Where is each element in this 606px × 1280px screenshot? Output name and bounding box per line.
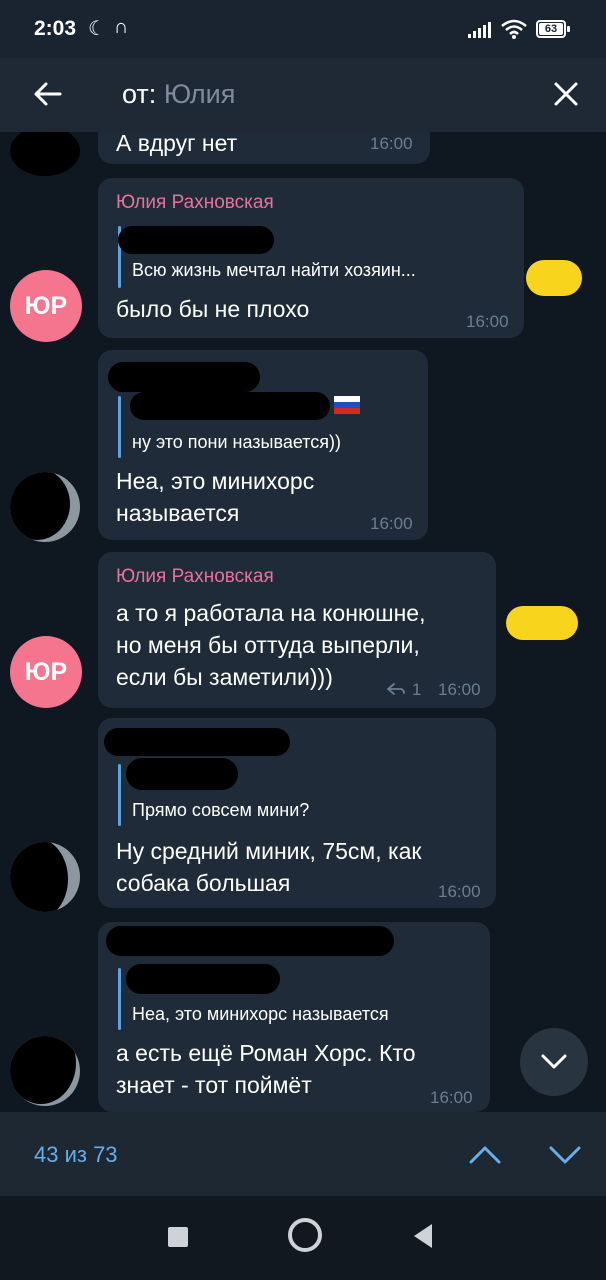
- message-time: 16:00: [466, 312, 509, 331]
- message-time: 16:00: [438, 882, 481, 901]
- avatar[interactable]: ЮР: [10, 636, 82, 708]
- avatar[interactable]: [10, 842, 80, 912]
- redacted-sender-name: [106, 926, 394, 956]
- chevron-down-icon: [541, 1054, 567, 1069]
- redacted-quote-author: [118, 226, 274, 254]
- message-time: 16:00: [430, 1088, 473, 1107]
- message-time: 16:00: [370, 134, 413, 153]
- message-text-line: если бы заметили))): [116, 664, 333, 690]
- highlight-mark: [526, 260, 582, 296]
- reply-arrow-icon: [386, 683, 405, 695]
- chevron-up-icon[interactable]: [466, 1138, 504, 1172]
- wifi-icon: [501, 19, 527, 39]
- avatar[interactable]: [10, 472, 80, 542]
- back-button[interactable]: [414, 1224, 432, 1248]
- reply-quote-text[interactable]: Всю жизнь мечтал найти хозяин...: [132, 260, 416, 281]
- close-icon[interactable]: [548, 76, 584, 112]
- reply-quote-text[interactable]: ну это пони называется)): [132, 432, 341, 453]
- recent-apps-button[interactable]: [168, 1227, 188, 1247]
- result-counter[interactable]: 43 из 73: [34, 1142, 118, 1168]
- message-time: 16:00: [370, 514, 413, 533]
- avatar[interactable]: [10, 1036, 80, 1106]
- highlight-mark: [506, 606, 578, 640]
- message-bubble[interactable]: Юлия Рахновская а то я работала на конюш…: [98, 552, 496, 708]
- system-nav-bar: [0, 1196, 606, 1280]
- message-text-line: а есть ещё Роман Хорс. Кто: [116, 1040, 416, 1066]
- do-not-disturb-icon: ☾: [88, 18, 106, 40]
- sender-name[interactable]: Юлия Рахновская: [116, 566, 274, 588]
- message-bubble[interactable]: ну это пони называется)) Неа, это минихо…: [98, 350, 428, 540]
- search-header: от: Юлия: [0, 58, 606, 132]
- redacted-quote-author: [130, 392, 330, 420]
- message-bubble[interactable]: Юлия Рахновская Всю жизнь мечтал найти х…: [98, 178, 524, 338]
- message-bubble[interactable]: Прямо совсем мини? Ну средний миник, 75с…: [98, 718, 496, 908]
- message-bubble[interactable]: Неа, это минихорс называется а есть ещё …: [98, 922, 490, 1112]
- reply-quote-bar: [118, 968, 121, 1030]
- headphones-icon: ∩: [114, 16, 129, 38]
- search-results-bar: 43 из 73: [0, 1112, 606, 1196]
- reply-quote-bar: [118, 764, 121, 826]
- message-text-line: но меня бы оттуда выперли,: [116, 632, 420, 658]
- redacted-quote-author: [126, 964, 280, 994]
- sender-name[interactable]: Юлия Рахновская: [116, 192, 274, 214]
- reply-quote-text[interactable]: Неа, это минихорс называется: [132, 1004, 389, 1025]
- clock: 2:03: [34, 17, 77, 40]
- arrow-left-icon[interactable]: [30, 76, 66, 112]
- avatar[interactable]: ЮР: [10, 270, 82, 342]
- search-filter-prefix: от:: [122, 79, 157, 109]
- message-text-line: Ну средний миник, 75см, как: [116, 838, 422, 864]
- message-text: А вдруг нет: [116, 132, 238, 156]
- reply-count[interactable]: 1: [412, 680, 421, 700]
- search-input[interactable]: от: Юлия: [122, 79, 235, 110]
- message-bubble[interactable]: А вдруг нет 16:00: [98, 132, 430, 164]
- scroll-down-button[interactable]: [520, 1028, 588, 1096]
- redacted-quote-author: [126, 758, 238, 790]
- reply-quote-text[interactable]: Прямо совсем мини?: [132, 800, 309, 821]
- redacted-sender-name: [108, 362, 260, 392]
- status-bar: 2:03 ☾ ∩ 63: [0, 0, 606, 58]
- message-text-line: а то я работала на конюшне,: [116, 600, 426, 626]
- avatar[interactable]: [10, 132, 80, 176]
- message-text-line: Неа, это минихорс: [116, 468, 315, 494]
- russia-flag-icon: [334, 396, 360, 414]
- chevron-down-icon[interactable]: [546, 1138, 584, 1172]
- battery-level: 63: [539, 23, 563, 35]
- message-time: 16:00: [438, 680, 481, 699]
- home-button[interactable]: [288, 1218, 322, 1252]
- message-text-line: собака большая: [116, 870, 291, 896]
- message-text: было бы не плохо: [116, 296, 310, 322]
- message-list[interactable]: А вдруг нет 16:00 Юлия Рахновская Всю жи…: [0, 132, 606, 1112]
- message-text-line: знает - тот поймёт: [116, 1072, 312, 1098]
- message-text-line: называется: [116, 500, 240, 526]
- search-filter-name: Юлия: [163, 79, 236, 109]
- battery-icon: 63: [536, 20, 570, 38]
- reply-quote-bar: [118, 396, 121, 458]
- signal-icon: [468, 22, 491, 38]
- redacted-sender-name: [104, 728, 290, 756]
